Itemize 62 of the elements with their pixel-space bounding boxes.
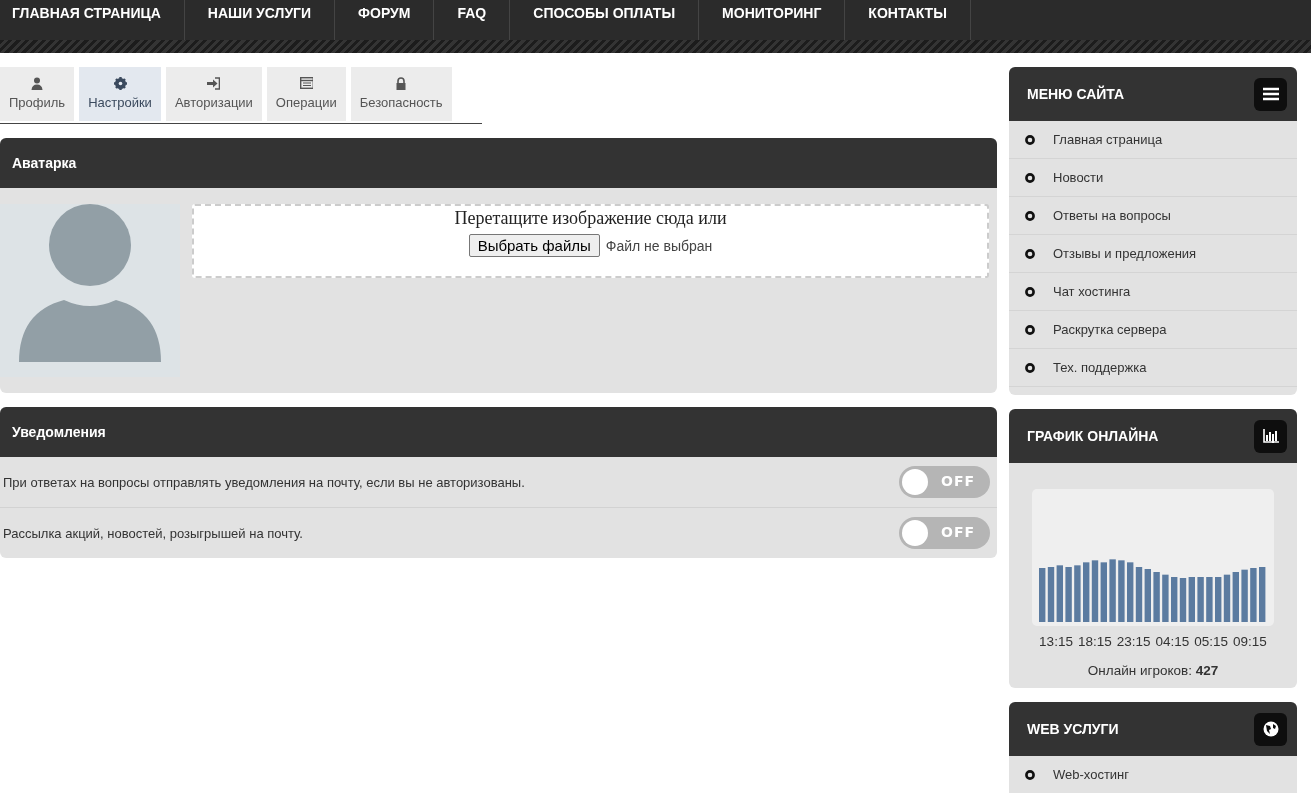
settings-tab[interactable]: Безопасность [350, 67, 452, 121]
chart-bar [1074, 565, 1081, 622]
setting-label: При ответах на вопросы отправлять уведомления на почту, если вы не авторизованы. [3, 474, 525, 490]
lock-icon [394, 77, 408, 90]
sidebar-title: WEB УСЛУГИ [1027, 721, 1119, 737]
user-icon [30, 77, 44, 90]
ring-bullet-icon [1025, 362, 1035, 373]
settings-tab[interactable]: Профиль [0, 67, 75, 121]
online-players-text: Онлайн игроков: 427 [1087, 663, 1219, 678]
bar-chart-icon [1262, 429, 1279, 443]
ring-bullet-icon [1025, 324, 1035, 335]
menu-icon [1262, 87, 1279, 101]
chart-bar [1065, 567, 1072, 622]
person-silhouette-icon [19, 204, 161, 362]
time-label: 04:15 [1155, 634, 1190, 649]
chart-bar [1259, 567, 1266, 622]
chart-bar [1241, 569, 1248, 622]
settings-tab[interactable]: Операции [266, 67, 346, 121]
sidebar-menu-item[interactable]: Тех. поддержка [1009, 349, 1297, 387]
settings-tab[interactable]: Авторизации [165, 67, 262, 121]
chart-bar [1162, 574, 1169, 622]
sidebar-menu-item[interactable]: Отзывы и предложения [1009, 235, 1297, 273]
header-icon-button[interactable] [1254, 77, 1287, 111]
drop-prompt: Перетащите изображение сюда или [454, 208, 727, 229]
sidebar-menu-item[interactable]: Главная страница [1009, 121, 1297, 159]
sidebar-title: ГРАФИК ОНЛАЙНА [1027, 428, 1159, 444]
ring-bullet-icon [1025, 248, 1035, 259]
ring-bullet-icon [1025, 210, 1035, 221]
chart-bar [1153, 572, 1160, 622]
sidebar-menu-item[interactable]: Новости [1009, 159, 1297, 197]
ring-bullet-icon [1025, 134, 1035, 145]
panel-title: Аватарка [12, 155, 77, 171]
time-label: 13:15 [1039, 634, 1073, 649]
panel-title: Уведомления [12, 424, 106, 440]
time-label: 18:15 [1077, 634, 1112, 649]
sidebar-title: МЕНЮ САЙТА [1027, 86, 1125, 102]
sidebar-menu-item[interactable]: Чат хостинга [1009, 273, 1297, 311]
settings-tab[interactable]: Настройки [79, 67, 161, 121]
sidebar-menu-item[interactable]: Раскрутка сервера [1009, 311, 1297, 349]
sign-in-icon [207, 77, 221, 90]
time-label: 05:15 [1194, 634, 1229, 649]
chart-bar [1250, 568, 1257, 622]
gear-icon [113, 77, 127, 90]
setting-label: Рассылка акций, новостей, розыгрышей на почту. [3, 525, 303, 541]
header-icon-button[interactable] [1254, 712, 1287, 746]
globe-icon [1262, 721, 1279, 737]
file-select-button[interactable]: Выбрать файлы [468, 234, 600, 257]
drop-zone[interactable]: Перетащите изображение сюда или Выбрать файлы Файл не выбран [192, 204, 989, 278]
chart-bar [1118, 560, 1125, 622]
file-status: Файл не выбран [605, 237, 713, 254]
chart-bar [1197, 577, 1204, 622]
ring-bullet-icon [1025, 286, 1035, 297]
header-icon-button[interactable] [1254, 419, 1287, 453]
sidebar-menu-item[interactable]: Ответы на вопросы [1009, 197, 1297, 235]
time-label: 09:15 [1233, 634, 1267, 649]
ring-bullet-icon [1025, 769, 1035, 780]
sidebar-menu-item[interactable]: Web-хостинг [1009, 756, 1297, 793]
time-label: 23:15 [1116, 634, 1151, 649]
chart-bar [1206, 577, 1213, 622]
ring-bullet-icon [1025, 172, 1035, 183]
list-icon [299, 77, 313, 90]
chart-bar [1109, 559, 1116, 622]
